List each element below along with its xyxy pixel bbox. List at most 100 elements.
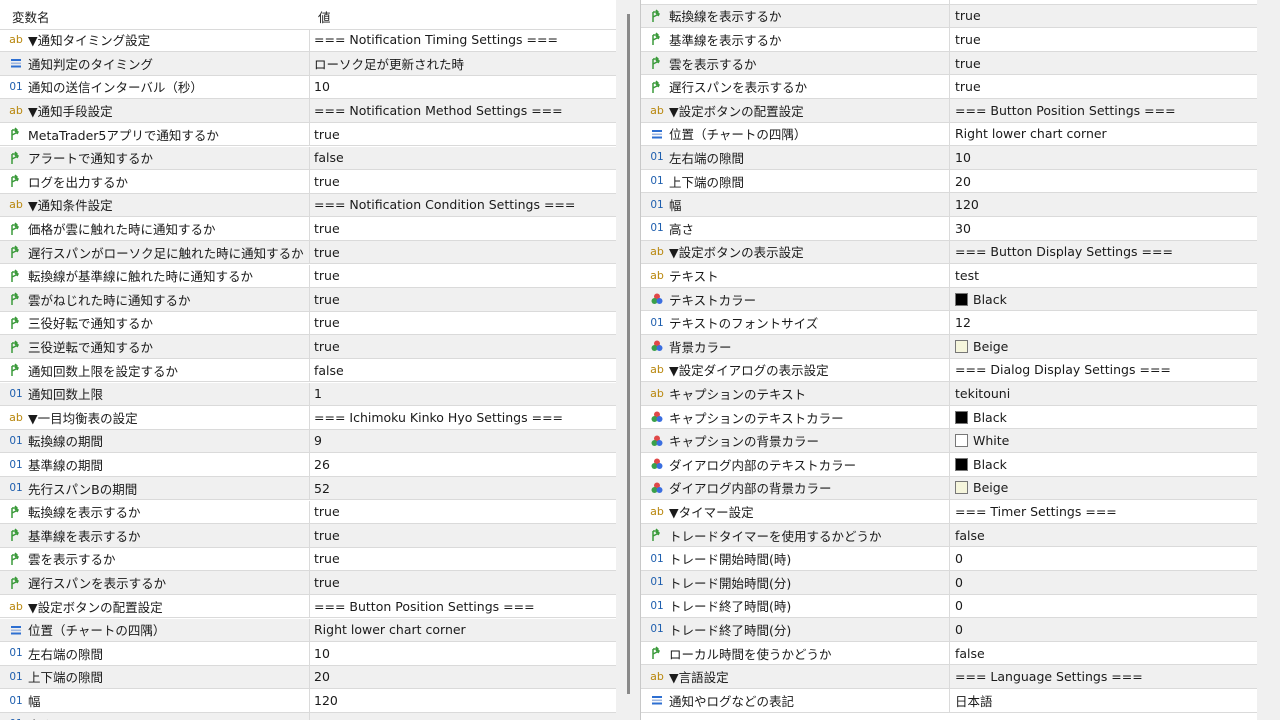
scrollbar-thumb[interactable] bbox=[627, 14, 630, 694]
parameter-name-cell[interactable]: ab ▼通知条件設定 bbox=[0, 193, 310, 217]
parameter-name-cell[interactable]: 01 高さ bbox=[0, 712, 310, 720]
parameter-name-cell[interactable]: ログを出力するか bbox=[0, 170, 310, 193]
parameter-value-cell[interactable]: 0 bbox=[951, 595, 1258, 618]
parameter-value-cell[interactable]: true bbox=[310, 548, 616, 571]
table-row[interactable]: 01 幅 120 bbox=[641, 193, 1258, 217]
parameter-name-cell[interactable]: 01 幅 bbox=[641, 193, 950, 216]
parameter-value-cell[interactable] bbox=[951, 0, 1258, 4]
parameter-value-cell[interactable]: === Notification Method Settings === bbox=[310, 99, 616, 122]
parameter-value-cell[interactable]: 26 bbox=[310, 453, 616, 476]
parameter-value-cell[interactable]: 10 bbox=[310, 76, 616, 99]
table-row[interactable]: 01 トレード開始時間(分) 0 bbox=[641, 571, 1258, 595]
parameter-name-cell[interactable]: 01 トレード終了時間(分) bbox=[641, 618, 950, 641]
table-row[interactable]: 位置（チャートの四隅） Right lower chart corner bbox=[0, 618, 616, 643]
table-row[interactable]: 01 基準線の期間 26 bbox=[0, 453, 616, 477]
table-row[interactable]: ab ▼通知手段設定 === Notification Method Setting… bbox=[0, 99, 616, 123]
table-row[interactable]: 01 通知回数上限 1 bbox=[0, 382, 616, 407]
parameter-name-cell[interactable]: 基準線を表示するか bbox=[641, 28, 950, 51]
parameter-value-cell[interactable]: 10 bbox=[951, 146, 1258, 169]
parameter-name-cell[interactable]: ab テキスト bbox=[641, 264, 950, 287]
table-row[interactable]: 三役逆転で通知するか true bbox=[0, 335, 616, 359]
parameter-value-cell[interactable]: === Ichimoku Kinko Hyo Settings === bbox=[310, 406, 616, 429]
table-row[interactable]: 通知判定のタイミング ローソク足が更新された時 bbox=[0, 52, 616, 76]
parameter-name-cell[interactable]: 01 トレード開始時間(分) bbox=[641, 571, 950, 594]
table-row[interactable]: 01 高さ 30 bbox=[641, 217, 1258, 241]
parameter-name-cell[interactable]: 価格が雲に触れた時に通知するか bbox=[0, 217, 310, 240]
parameter-name-cell[interactable]: 01 通知回数上限 bbox=[0, 382, 310, 406]
parameter-value-cell[interactable]: 0 bbox=[951, 618, 1258, 641]
table-row[interactable]: 雲がねじれた時に通知するか true bbox=[0, 288, 616, 312]
parameter-value-cell[interactable]: 20 bbox=[310, 666, 616, 689]
parameter-name-cell[interactable]: 遅行スパンがローソク足に触れた時に通知するか bbox=[0, 240, 310, 264]
table-row[interactable]: 遅行スパンを表示するか true bbox=[641, 75, 1258, 99]
parameter-value-cell[interactable]: true bbox=[310, 501, 616, 524]
parameter-value-cell[interactable]: true bbox=[310, 241, 616, 264]
parameter-value-cell[interactable]: true bbox=[310, 123, 616, 146]
parameter-value-cell[interactable]: true bbox=[310, 170, 616, 193]
table-row[interactable]: 通知回数上限を設定するか false bbox=[0, 358, 616, 383]
table-row[interactable]: ab ▼一目均衡表の設定 === Ichimoku Kinko Hyo Settin… bbox=[0, 406, 616, 430]
parameter-value-cell[interactable]: true bbox=[310, 265, 616, 288]
parameter-value-cell[interactable]: 120 bbox=[951, 193, 1258, 216]
parameter-name-cell[interactable]: ab ▼設定ダイアログの表示設定 bbox=[641, 358, 950, 382]
parameter-value-cell[interactable]: true bbox=[310, 217, 616, 240]
parameter-name-cell[interactable]: ab ▼一目均衡表の設定 bbox=[0, 406, 310, 429]
parameter-name-cell[interactable]: MetaTrader5アプリで通知するか bbox=[0, 122, 310, 146]
table-row[interactable]: 01 通知の送信インターバル（秒） 10 bbox=[0, 75, 616, 100]
parameter-name-cell[interactable]: 背景カラー bbox=[641, 335, 950, 358]
table-row[interactable]: 01 幅 120 bbox=[0, 689, 616, 713]
table-row[interactable]: 位置（チャートの四隅） Right lower chart corner bbox=[641, 122, 1258, 147]
parameter-value-cell[interactable]: 120 bbox=[310, 689, 616, 712]
parameter-name-cell[interactable]: 通知やログなどの表記 bbox=[641, 689, 950, 712]
parameter-name-cell[interactable]: ダイアログ内部の背景カラー bbox=[641, 476, 950, 500]
parameter-name-cell[interactable]: 遅行スパンを表示するか bbox=[641, 75, 950, 98]
parameter-value-cell[interactable]: 0 bbox=[951, 547, 1258, 570]
table-row[interactable]: キャプションの背景カラー White bbox=[641, 429, 1258, 453]
table-row[interactable]: 基準線を表示するか true bbox=[641, 28, 1258, 52]
table-row[interactable]: ab ▼通知タイミング設定 === Notification Timing Sett… bbox=[0, 28, 616, 53]
table-row[interactable]: ab キャプションのテキスト tekitouni bbox=[641, 382, 1258, 406]
parameter-value-cell[interactable]: 12 bbox=[951, 311, 1258, 334]
parameter-value-cell[interactable]: === Timer Settings === bbox=[951, 500, 1258, 523]
parameter-name-cell[interactable]: 転換線が基準線に触れた時に通知するか bbox=[0, 264, 310, 288]
parameter-value-cell[interactable]: false bbox=[951, 642, 1258, 665]
table-row[interactable]: MetaTrader5アプリで通知するか true bbox=[0, 122, 616, 147]
parameter-name-cell[interactable]: 01 高さ bbox=[641, 217, 950, 240]
parameter-name-cell[interactable]: キャプションのテキストカラー bbox=[641, 405, 950, 429]
parameter-name-cell[interactable]: 転換線を表示するか bbox=[0, 500, 310, 524]
parameter-value-cell[interactable]: false bbox=[310, 359, 616, 382]
parameter-name-cell[interactable]: 三役好転で通知するか bbox=[0, 311, 310, 335]
table-row[interactable]: ab ▼設定ダイアログの表示設定 === Dialog Display Settin… bbox=[641, 358, 1258, 383]
parameter-name-cell[interactable]: 01 トレード開始時間(時) bbox=[641, 547, 950, 570]
parameter-name-cell[interactable]: テキストカラー bbox=[641, 287, 950, 311]
table-row[interactable]: ab ▼設定ボタンの配置設定 === Button Position Setting… bbox=[641, 99, 1258, 123]
parameter-name-cell[interactable]: トレードタイマーを使用するかどうか bbox=[641, 523, 950, 547]
table-row[interactable]: 01 上下端の隙間 20 bbox=[641, 169, 1258, 194]
table-row[interactable]: ログを出力するか true bbox=[0, 170, 616, 194]
parameter-name-cell[interactable]: 01 テキストのフォントサイズ bbox=[641, 311, 950, 334]
parameter-name-cell[interactable]: 01 幅 bbox=[0, 689, 310, 712]
parameter-name-cell[interactable]: 転換線を表示するか bbox=[641, 4, 950, 28]
parameter-value-cell[interactable]: false bbox=[951, 524, 1258, 547]
table-row[interactable]: 雲を表示するか true bbox=[0, 547, 616, 572]
table-row[interactable]: ab ▼タイマー設定 === Timer Settings === bbox=[641, 500, 1258, 524]
parameter-value-cell[interactable]: 日本語 bbox=[951, 689, 1258, 712]
table-row[interactable]: 01 テキストのフォントサイズ 12 bbox=[641, 311, 1258, 335]
parameter-value-cell[interactable]: 1 bbox=[310, 383, 616, 406]
table-row[interactable]: ab ▼設定ボタンの表示設定 === Button Display Settings… bbox=[641, 240, 1258, 265]
parameter-name-cell[interactable]: 三役逆転で通知するか bbox=[0, 335, 310, 358]
table-row[interactable]: 01 トレード開始時間(時) 0 bbox=[641, 547, 1258, 571]
table-row[interactable]: 転換線が基準線に触れた時に通知するか true bbox=[0, 264, 616, 289]
parameter-value-cell[interactable]: 30 bbox=[951, 217, 1258, 240]
parameter-name-cell[interactable]: 雲を表示するか bbox=[0, 547, 310, 571]
parameter-value-cell[interactable]: true bbox=[310, 312, 616, 335]
parameter-name-cell[interactable]: 01 左右端の隙間 bbox=[641, 146, 950, 169]
table-row[interactable]: 価格が雲に触れた時に通知するか true bbox=[0, 217, 616, 241]
parameter-name-cell[interactable]: 01 上下端の隙間 bbox=[641, 169, 950, 193]
table-row[interactable]: 01 先行スパンBの期間 52 bbox=[0, 476, 616, 501]
parameter-value-cell[interactable]: === Button Position Settings === bbox=[310, 595, 616, 618]
table-row[interactable]: ローカル時間を使うかどうか false bbox=[641, 641, 1258, 666]
table-row[interactable]: 01 トレード終了時間(時) 0 bbox=[641, 594, 1258, 619]
parameter-name-cell[interactable]: ab ▼通知タイミング設定 bbox=[0, 28, 310, 52]
parameter-value-cell[interactable]: false bbox=[310, 147, 616, 170]
